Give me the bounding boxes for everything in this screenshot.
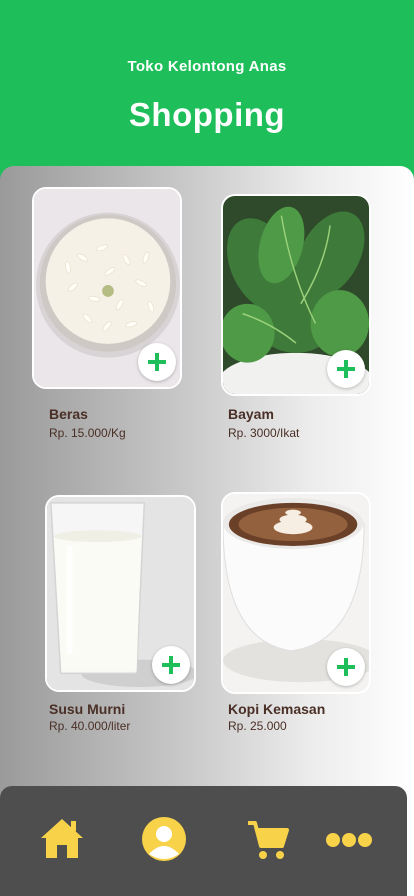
product-card-kopi-kemasan[interactable] bbox=[221, 492, 371, 694]
product-name: Susu Murni bbox=[49, 701, 126, 717]
plus-icon bbox=[337, 658, 355, 676]
add-to-cart-button[interactable] bbox=[327, 648, 365, 686]
product-card-beras[interactable] bbox=[32, 187, 182, 389]
nav-more[interactable] bbox=[324, 816, 374, 864]
product-card-susu-murni[interactable] bbox=[45, 495, 196, 692]
nav-home[interactable] bbox=[38, 814, 86, 862]
product-price: Rp. 25.000 bbox=[228, 719, 287, 733]
add-to-cart-button[interactable] bbox=[152, 646, 190, 684]
plus-icon bbox=[337, 360, 355, 378]
product-name: Bayam bbox=[228, 406, 274, 422]
profile-icon bbox=[142, 817, 186, 861]
more-icon bbox=[326, 833, 372, 847]
product-name: Kopi Kemasan bbox=[228, 701, 326, 717]
app-header: Toko Kelontong Anas Shopping bbox=[0, 0, 414, 180]
page-title: Shopping bbox=[128, 96, 286, 133]
plus-icon bbox=[162, 656, 180, 674]
product-name: Beras bbox=[49, 406, 88, 422]
plus-icon bbox=[148, 353, 166, 371]
add-to-cart-button[interactable] bbox=[327, 350, 365, 388]
product-price: Rp. 40.000/liter bbox=[49, 719, 131, 733]
bottom-navigation bbox=[0, 786, 407, 896]
nav-cart[interactable] bbox=[244, 816, 292, 864]
add-to-cart-button[interactable] bbox=[138, 343, 176, 381]
home-icon bbox=[41, 819, 83, 858]
store-name: Toko Kelontong Anas bbox=[127, 58, 287, 75]
product-card-bayam[interactable] bbox=[221, 194, 371, 396]
nav-profile[interactable] bbox=[140, 815, 188, 863]
product-price: Rp. 15.000/Kg bbox=[49, 426, 126, 440]
cart-icon bbox=[248, 821, 289, 859]
product-price: Rp. 3000/Ikat bbox=[228, 426, 300, 440]
